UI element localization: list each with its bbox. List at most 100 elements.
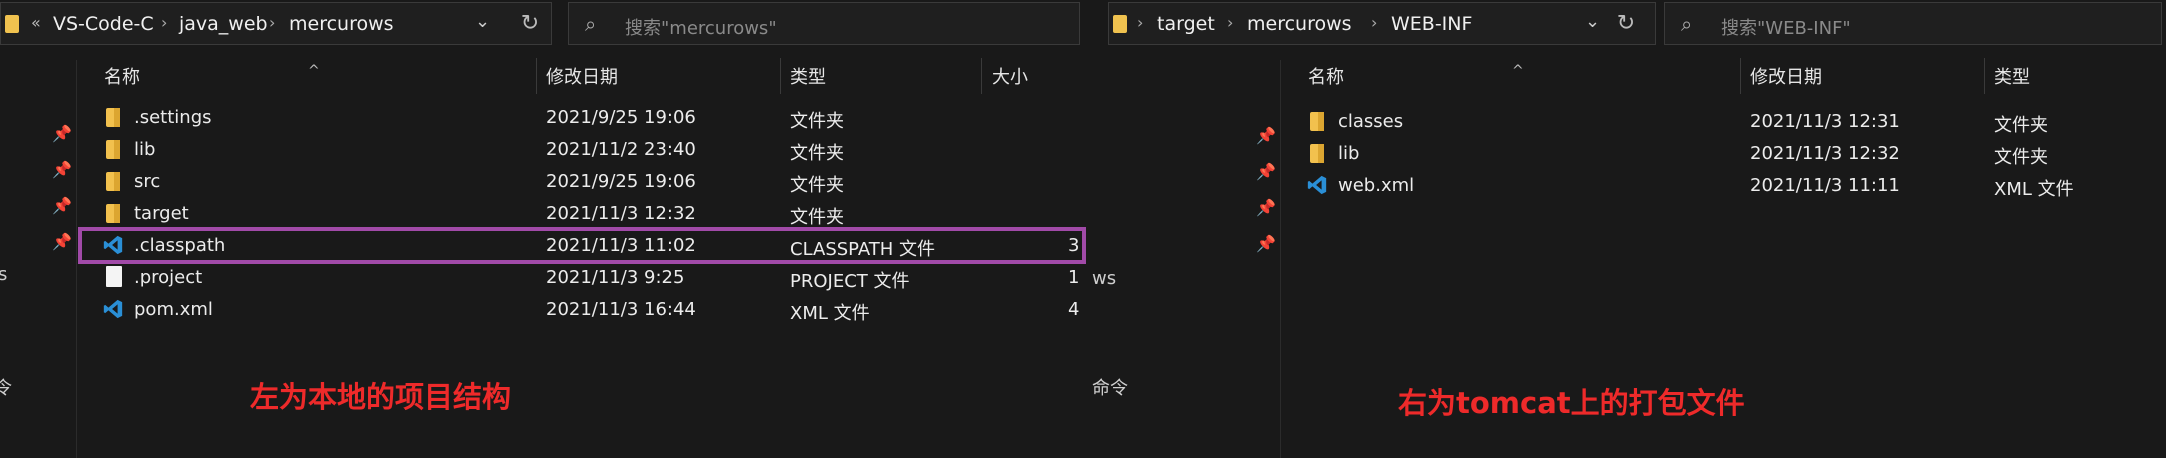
file-modified: 2021/11/3 12:32 [546, 203, 696, 224]
column-header-name[interactable]: 名称 [104, 63, 140, 89]
file-modified: 2021/11/3 11:11 [1750, 175, 1900, 196]
breadcrumb-item[interactable]: target [1157, 13, 1215, 35]
annotation-text: 右为tomcat上的打包文件 [1398, 386, 1745, 420]
pin-icon[interactable]: 📌 [1256, 198, 1276, 217]
file-row[interactable]: lib 2021/11/3 12:32 文件夹 [1280, 138, 2166, 169]
nav-item-fragment[interactable]: ws [1092, 268, 1116, 289]
search-box[interactable]: ⌕ 搜索"WEB-INF" [1664, 2, 2162, 45]
breadcrumb-separator-icon: › [269, 13, 276, 32]
pin-icon[interactable]: 📌 [52, 160, 72, 179]
pin-icon[interactable]: 📌 [52, 124, 72, 143]
breadcrumb-item[interactable]: WEB-INF [1391, 13, 1472, 35]
column-divider[interactable] [780, 58, 781, 94]
annotation-text: 左为本地的项目结构 [250, 380, 512, 414]
file-name: src [134, 171, 161, 192]
file-row[interactable]: src 2021/9/25 19:06 文件夹 [76, 166, 1092, 197]
sort-ascending-icon: ^ [1512, 63, 1524, 79]
nav-item-fragment[interactable]: 令 [0, 374, 12, 400]
file-type: 文件夹 [790, 143, 844, 164]
refresh-button[interactable]: ↻ [1604, 2, 1648, 45]
file-icon [106, 266, 122, 287]
sort-ascending-icon: ^ [308, 63, 320, 79]
pin-icon[interactable]: 📌 [1256, 162, 1276, 181]
explorer-window-local: « VS-Code-C › java_web › mercurows ⌄ ↻ ⌕… [0, 0, 1092, 458]
file-name: classes [1338, 111, 1404, 132]
folder-icon [1310, 112, 1324, 131]
breadcrumb-separator-icon: › [161, 13, 168, 32]
file-row[interactable]: classes 2021/11/3 12:31 文件夹 [1280, 106, 2166, 137]
file-name: lib [1338, 143, 1360, 164]
file-name: lib [134, 139, 156, 160]
address-bar[interactable]: › target › mercurows › WEB-INF ⌄ [1108, 2, 1656, 45]
address-bar[interactable]: « VS-Code-C › java_web › mercurows ⌄ [0, 2, 552, 45]
file-name: .settings [134, 107, 212, 128]
folder-icon [106, 140, 120, 159]
navigation-pane: 📌 📌 📌 📌 s 令 [0, 60, 77, 458]
file-modified: 2021/9/25 19:06 [546, 171, 696, 192]
pin-icon[interactable]: 📌 [52, 196, 72, 215]
breadcrumb-item[interactable]: VS-Code-C [53, 13, 154, 35]
column-divider[interactable] [536, 58, 537, 94]
column-divider[interactable] [1740, 58, 1741, 94]
breadcrumb-separator-icon: › [1227, 13, 1234, 32]
file-type: XML 文件 [790, 303, 870, 324]
breadcrumb-item[interactable]: mercurows [289, 13, 394, 35]
column-header-size[interactable]: 大小 [992, 63, 1028, 89]
file-name: .project [134, 267, 203, 288]
search-icon: ⌕ [585, 12, 597, 36]
chevron-down-icon[interactable]: ⌄ [1585, 11, 1600, 32]
file-row[interactable]: web.xml 2021/11/3 11:11 XML 文件 [1280, 170, 2166, 201]
search-box[interactable]: ⌕ 搜索"mercurows" [568, 2, 1080, 45]
column-header-name[interactable]: 名称 [1308, 63, 1344, 89]
column-header-row: ^ 名称 修改日期 类型 大小 [1280, 58, 2166, 94]
file-row[interactable]: lib 2021/11/2 23:40 文件夹 [76, 134, 1092, 165]
column-header-row: ^ 名称 修改日期 类型 大小 [76, 58, 1092, 94]
column-header-type[interactable]: 类型 [790, 63, 826, 89]
file-name: web.xml [1338, 175, 1415, 196]
breadcrumb-overflow[interactable]: « [31, 13, 41, 32]
column-header-modified[interactable]: 修改日期 [1750, 63, 1822, 89]
pin-icon[interactable]: 📌 [1256, 234, 1276, 253]
nav-item-fragment[interactable]: s [0, 264, 7, 285]
folder-icon [1310, 144, 1324, 163]
file-size: 4 [1068, 299, 1080, 320]
breadcrumb-item[interactable]: mercurows [1247, 13, 1352, 35]
file-row[interactable]: .project 2021/11/3 9:25 PROJECT 文件 1 [76, 262, 1092, 293]
search-placeholder: 搜索"WEB-INF" [1721, 18, 1851, 39]
column-divider[interactable] [1984, 58, 1985, 94]
file-type: 文件夹 [790, 111, 844, 132]
file-modified: 2021/11/3 16:44 [546, 299, 696, 320]
column-divider[interactable] [981, 58, 982, 94]
highlight-box [78, 227, 1086, 264]
file-row[interactable]: .settings 2021/9/25 19:06 文件夹 [76, 102, 1092, 133]
folder-icon [5, 15, 19, 33]
navigation-pane: 📌 📌 📌 📌 [1188, 60, 1281, 458]
file-type: 文件夹 [1994, 147, 2048, 168]
folder-icon [106, 108, 120, 127]
file-name: target [134, 203, 189, 224]
breadcrumb-separator-icon: › [1137, 13, 1144, 32]
file-row[interactable]: pom.xml 2021/11/3 16:44 XML 文件 4 [76, 294, 1092, 325]
file-type: XML 文件 [1994, 179, 2074, 200]
file-modified: 2021/9/25 19:06 [546, 107, 696, 128]
nav-item-fragment[interactable]: 命令 [1092, 374, 1128, 400]
file-size: 1 [1068, 267, 1080, 288]
refresh-button[interactable]: ↻ [508, 2, 552, 45]
chevron-down-icon[interactable]: ⌄ [475, 11, 490, 32]
folder-icon [106, 204, 120, 223]
file-type: 文件夹 [790, 175, 844, 196]
file-type: 文件夹 [1994, 115, 2048, 136]
search-icon: ⌕ [1681, 12, 1693, 36]
file-name: pom.xml [134, 299, 213, 320]
column-header-type[interactable]: 类型 [1994, 63, 2030, 89]
file-modified: 2021/11/3 9:25 [546, 267, 685, 288]
search-placeholder: 搜索"mercurows" [625, 18, 777, 39]
breadcrumb-item[interactable]: java_web [179, 13, 268, 35]
pin-icon[interactable]: 📌 [52, 232, 72, 251]
pin-icon[interactable]: 📌 [1256, 126, 1276, 145]
file-row[interactable]: target 2021/11/3 12:32 文件夹 [76, 198, 1092, 229]
column-header-modified[interactable]: 修改日期 [546, 63, 618, 89]
file-modified: 2021/11/3 12:31 [1750, 111, 1900, 132]
explorer-window-tomcat: › target › mercurows › WEB-INF ⌄ ↻ ⌕ 搜索"… [1092, 0, 2166, 458]
breadcrumb-separator-icon: › [1371, 13, 1378, 32]
